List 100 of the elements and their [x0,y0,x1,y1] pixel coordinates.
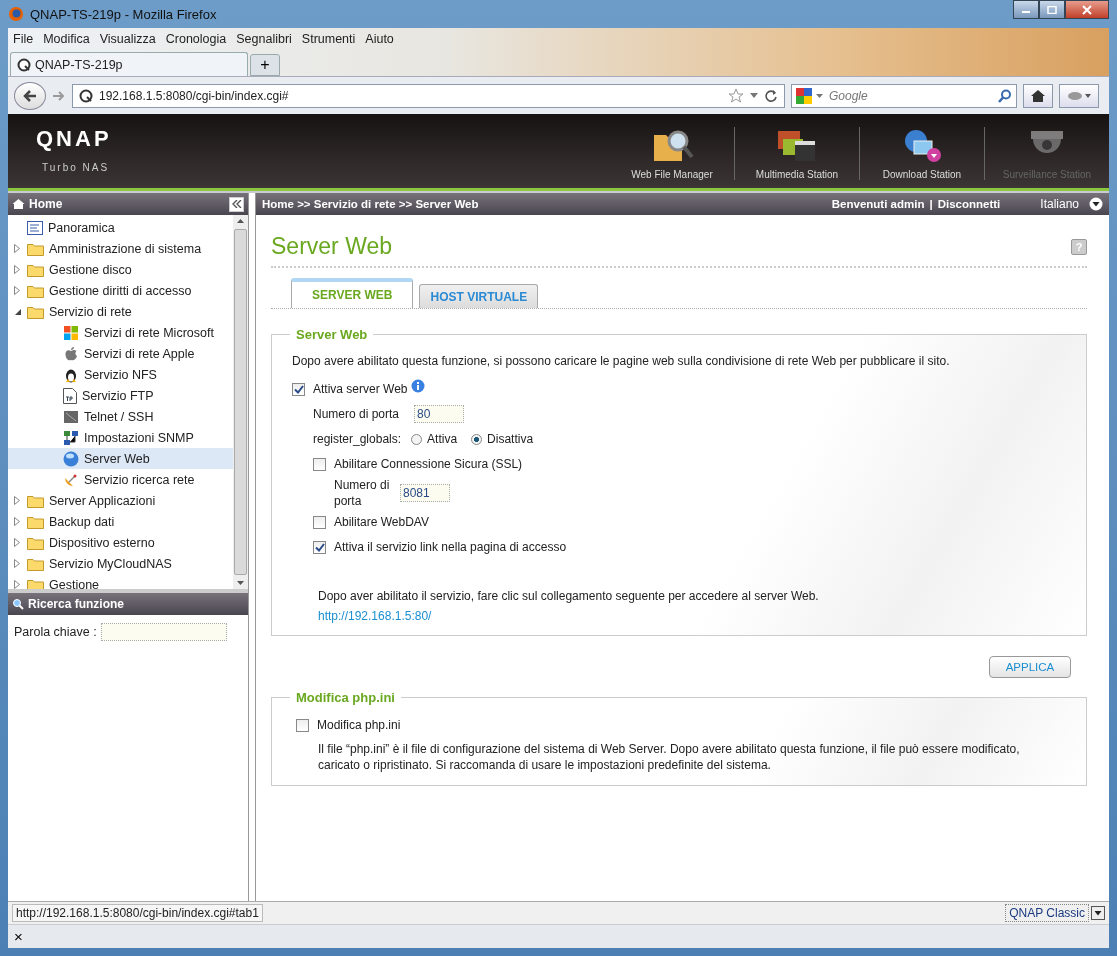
tree-item[interactable]: Servizio FTP [8,385,233,406]
tree-item[interactable]: Servizi di rete Microsoft [8,322,233,343]
menu-item[interactable]: Modifica [43,32,90,46]
port-field[interactable]: 80 [414,405,464,423]
checkbox-label: Attiva server Web [313,382,408,396]
minimize-button[interactable] [1013,0,1039,19]
folder-icon [27,262,44,277]
expanded-arrow-icon[interactable] [14,307,22,316]
browser-tab[interactable]: QNAP-TS-219p [10,52,248,76]
tree-item[interactable]: Servizio ricerca rete [8,469,233,490]
radio-button[interactable] [411,433,423,445]
scroll-down-icon[interactable] [237,581,244,585]
addon-icon [1067,89,1083,102]
scroll-up-icon[interactable] [237,219,244,223]
app-launcher[interactable]: Web File Manager [610,127,734,180]
collapsed-arrow-icon[interactable] [14,580,20,589]
radio-label: Disattiva [487,432,534,446]
google-icon[interactable] [796,87,812,104]
section-title: Modifica php.ini [295,690,396,705]
tree-item[interactable]: Server Web [8,448,233,469]
description-text: Il file “php.ini” è il file di configurazione del sistema di Web Server. Dopo avere abilitato questa funzione, il file può essere modificato, caricato o ripristinato. Si raccomanda di usare le impostazioni predefinite del sistema. [318,741,1021,773]
search-icon[interactable] [998,88,1012,103]
star-icon[interactable] [728,88,744,103]
tree-item[interactable]: Impostazioni SNMP [8,427,233,448]
field-label: Numero di porta [334,477,391,509]
home-button[interactable] [1023,83,1053,108]
tree-item[interactable]: Panoramica [8,217,233,238]
note-text: Dopo aver abilitato il servizio, fare clic sul collegamento seguente per accedere al server Web. [318,589,820,603]
checkbox-label: Modifica php.ini [317,718,401,732]
search-icon [12,598,24,610]
field-label: register_globals: [313,432,402,446]
collapsed-arrow-icon[interactable] [14,559,20,568]
tree-item[interactable]: Server Applicazioni [8,490,233,511]
logout-link[interactable]: Disconnetti [937,198,1001,210]
menu-item[interactable]: Cronologia [165,32,227,46]
back-button[interactable] [14,81,46,110]
keyword-label: Parola chiave : [14,625,97,639]
tree-item[interactable]: Dispositivo esterno [8,532,233,553]
forward-icon[interactable] [52,88,66,103]
theme-selector[interactable]: QNAP Classic [1005,904,1089,922]
welcome-text: Benvenuti admin [831,198,925,210]
info-icon[interactable] [411,379,426,393]
checkbox[interactable] [313,457,326,471]
house-icon [1030,88,1046,103]
menu-item[interactable]: Segnalibri [236,32,292,46]
collapse-button[interactable] [229,196,244,212]
windows-flag-icon [63,324,79,341]
section-title: Server Web [295,327,369,342]
addon-button[interactable] [1059,83,1099,108]
tree-item[interactable]: Gestione disco [8,259,233,280]
checkbox[interactable] [296,718,309,732]
description-text: Dopo avere abilitato questa funzione, si possono caricare le pagine web sulla condivisione di rete Web per pubblicare il sito. [292,354,951,368]
folder-icon [27,577,44,589]
dropdown-icon[interactable] [1089,197,1103,211]
close-icon [1082,4,1092,15]
tree-item[interactable]: Servizio MyCloudNAS [8,553,233,574]
close-button[interactable] [1065,0,1109,19]
tree-item[interactable]: Backup dati [8,511,233,532]
tree-item[interactable]: Servizio NFS [8,364,233,385]
house-icon [12,198,25,210]
window-title: QNAP-TS-219p - Mozilla Firefox [30,6,217,22]
dropdown-icon[interactable] [1091,906,1105,920]
close-findbar-button[interactable]: × [8,928,29,945]
collapsed-arrow-icon[interactable] [14,538,20,547]
app-launcher[interactable]: Multimedia Station [734,127,859,180]
tree-item[interactable]: Telnet / SSH [8,406,233,427]
folder-icon [27,535,44,550]
search-box[interactable]: Google [791,83,1017,108]
language-selector[interactable]: Italiano [1040,197,1079,211]
site-icon [17,57,31,72]
collapsed-arrow-icon[interactable] [14,265,20,274]
checkbox[interactable] [313,540,326,554]
collapsed-arrow-icon[interactable] [14,496,20,505]
scrollbar[interactable] [233,215,248,589]
address-field[interactable]: 192.168.1.5:8080/cgi-bin/index.cgi# [72,83,785,108]
radio-button[interactable] [471,433,483,445]
globe-icon [63,450,79,467]
app-launcher[interactable]: Download Station [859,127,984,180]
tree-item[interactable]: Servizio di rete [8,301,233,322]
reload-icon[interactable] [764,88,778,103]
menu-item[interactable]: Strumenti [301,32,356,46]
web-link[interactable]: http://192.168.1.5:80/ [318,609,432,623]
collapsed-arrow-icon[interactable] [14,517,20,526]
status-url: http://192.168.1.5:8080/cgi-bin/index.cgi#tab1 [12,904,263,922]
menu-item[interactable]: Aiuto [365,32,394,46]
maximize-button[interactable] [1039,0,1065,19]
menu-item[interactable]: Visualizza [99,32,156,46]
tree-item[interactable]: Gestione diritti di accesso [8,280,233,301]
collapsed-arrow-icon[interactable] [14,286,20,295]
tree-item[interactable]: Amministrazione di sistema [8,238,233,259]
checkbox[interactable] [292,382,305,396]
keyword-field[interactable] [100,623,227,641]
collapsed-arrow-icon[interactable] [14,244,20,253]
tree-item[interactable]: Gestione [8,574,233,589]
checkbox[interactable] [313,515,326,529]
folder-icon [27,556,44,571]
new-tab-button[interactable]: + [250,54,280,76]
menu-item[interactable]: File [13,32,34,46]
port-field[interactable]: 8081 [400,484,450,502]
tree-item[interactable]: Servizi di rete Apple [8,343,233,364]
